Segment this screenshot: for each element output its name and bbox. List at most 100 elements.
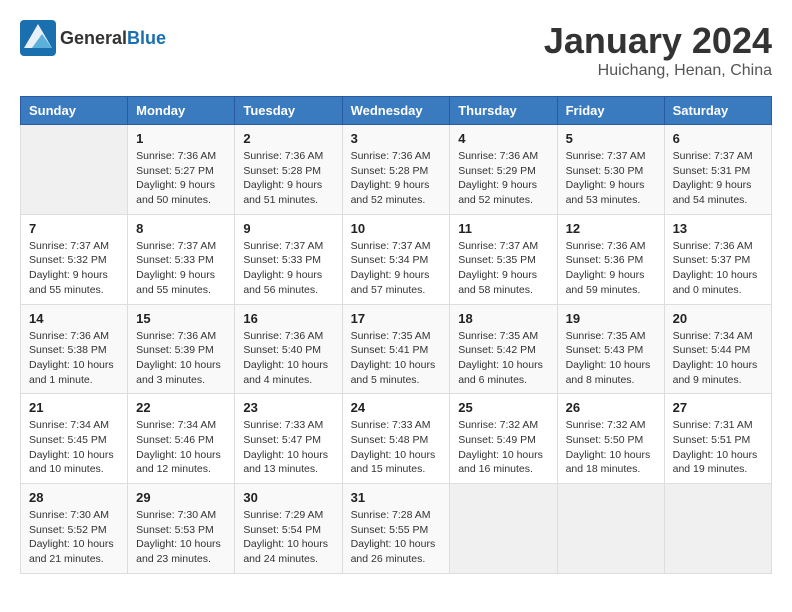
day-info: Sunrise: 7:35 AM Sunset: 5:43 PM Dayligh… [566,329,656,388]
day-info: Sunrise: 7:36 AM Sunset: 5:36 PM Dayligh… [566,239,656,298]
column-header-saturday: Saturday [664,97,771,125]
day-number: 23 [243,400,333,415]
day-info: Sunrise: 7:32 AM Sunset: 5:50 PM Dayligh… [566,418,656,477]
calendar-week-row: 21 Sunrise: 7:34 AM Sunset: 5:45 PM Dayli… [21,394,772,484]
day-number: 3 [351,131,442,146]
logo-icon [20,20,56,56]
calendar-cell: 3Sunrise: 7:36 AM Sunset: 5:28 PM Daylig… [342,125,450,215]
calendar-cell: 19 Sunrise: 7:35 AM Sunset: 5:43 PM Dayli… [557,304,664,394]
day-info: Sunrise: 7:36 AM Sunset: 5:27 PM Dayligh… [136,149,226,208]
calendar-cell: 18 Sunrise: 7:35 AM Sunset: 5:42 PM Dayli… [450,304,557,394]
calendar-cell: 26 Sunrise: 7:32 AM Sunset: 5:50 PM Dayli… [557,394,664,484]
day-number: 2 [243,131,333,146]
calendar-cell: 9 Sunrise: 7:37 AM Sunset: 5:33 PM Daylig… [235,214,342,304]
calendar-cell: 20 Sunrise: 7:34 AM Sunset: 5:44 PM Dayli… [664,304,771,394]
day-number: 11 [458,221,548,236]
day-info: Sunrise: 7:30 AM Sunset: 5:53 PM Dayligh… [136,508,226,567]
day-info: Sunrise: 7:30 AM Sunset: 5:52 PM Dayligh… [29,508,119,567]
column-header-tuesday: Tuesday [235,97,342,125]
day-info: Sunrise: 7:36 AM Sunset: 5:29 PM Dayligh… [458,149,548,208]
day-info: Sunrise: 7:33 AM Sunset: 5:47 PM Dayligh… [243,418,333,477]
calendar-week-row: 7 Sunrise: 7:37 AM Sunset: 5:32 PM Daylig… [21,214,772,304]
logo: General Blue [20,20,166,56]
calendar-week-row: 1 Sunrise: 7:36 AM Sunset: 5:27 PM Daylig… [21,125,772,215]
calendar-subtitle: Huichang, Henan, China [544,62,772,80]
day-number: 19 [566,311,656,326]
calendar-cell: 6 Sunrise: 7:37 AM Sunset: 5:31 PM Daylig… [664,125,771,215]
calendar-cell: 31Sunrise: 7:28 AM Sunset: 5:55 PM Dayli… [342,484,450,574]
day-info: Sunrise: 7:35 AM Sunset: 5:42 PM Dayligh… [458,329,548,388]
day-number: 6 [673,131,763,146]
day-info: Sunrise: 7:32 AM Sunset: 5:49 PM Dayligh… [458,418,548,477]
day-number: 5 [566,131,656,146]
day-info: Sunrise: 7:37 AM Sunset: 5:34 PM Dayligh… [351,239,442,298]
calendar-cell: 27Sunrise: 7:31 AM Sunset: 5:51 PM Dayli… [664,394,771,484]
day-info: Sunrise: 7:37 AM Sunset: 5:31 PM Dayligh… [673,149,763,208]
column-header-friday: Friday [557,97,664,125]
day-info: Sunrise: 7:37 AM Sunset: 5:35 PM Dayligh… [458,239,548,298]
calendar-cell: 10 Sunrise: 7:37 AM Sunset: 5:34 PM Dayli… [342,214,450,304]
calendar-cell: 28Sunrise: 7:30 AM Sunset: 5:52 PM Dayli… [21,484,128,574]
calendar-cell: 15 Sunrise: 7:36 AM Sunset: 5:39 PM Dayli… [128,304,235,394]
day-number: 15 [136,311,226,326]
calendar-cell: 25Sunrise: 7:32 AM Sunset: 5:49 PM Dayli… [450,394,557,484]
day-number: 1 [136,131,226,146]
day-number: 30 [243,490,333,505]
day-info: Sunrise: 7:35 AM Sunset: 5:41 PM Dayligh… [351,329,442,388]
page-header: General Blue January 2024 Huichang, Hena… [20,20,772,80]
day-info: Sunrise: 7:33 AM Sunset: 5:48 PM Dayligh… [351,418,442,477]
day-info: Sunrise: 7:36 AM Sunset: 5:38 PM Dayligh… [29,329,119,388]
column-header-thursday: Thursday [450,97,557,125]
day-info: Sunrise: 7:36 AM Sunset: 5:28 PM Dayligh… [243,149,333,208]
calendar-cell: 16 Sunrise: 7:36 AM Sunset: 5:40 PM Dayli… [235,304,342,394]
column-header-wednesday: Wednesday [342,97,450,125]
day-number: 16 [243,311,333,326]
day-number: 20 [673,311,763,326]
day-info: Sunrise: 7:37 AM Sunset: 5:30 PM Dayligh… [566,149,656,208]
calendar-cell: 11 Sunrise: 7:37 AM Sunset: 5:35 PM Dayli… [450,214,557,304]
calendar-cell: 1 Sunrise: 7:36 AM Sunset: 5:27 PM Daylig… [128,125,235,215]
day-info: Sunrise: 7:34 AM Sunset: 5:46 PM Dayligh… [136,418,226,477]
calendar-cell [21,125,128,215]
day-info: Sunrise: 7:29 AM Sunset: 5:54 PM Dayligh… [243,508,333,567]
calendar-table: SundayMondayTuesdayWednesdayThursdayFrid… [20,96,772,574]
day-info: Sunrise: 7:36 AM Sunset: 5:40 PM Dayligh… [243,329,333,388]
column-header-monday: Monday [128,97,235,125]
calendar-cell: 22Sunrise: 7:34 AM Sunset: 5:46 PM Dayli… [128,394,235,484]
day-info: Sunrise: 7:37 AM Sunset: 5:32 PM Dayligh… [29,239,119,298]
day-number: 24 [351,400,442,415]
day-number: 13 [673,221,763,236]
title-block: January 2024 Huichang, Henan, China [544,20,772,80]
day-number: 10 [351,221,442,236]
day-number: 21 [29,400,119,415]
calendar-cell: 7 Sunrise: 7:37 AM Sunset: 5:32 PM Daylig… [21,214,128,304]
calendar-cell [664,484,771,574]
calendar-cell: 4 Sunrise: 7:36 AM Sunset: 5:29 PM Daylig… [450,125,557,215]
day-number: 8 [136,221,226,236]
day-info: Sunrise: 7:34 AM Sunset: 5:45 PM Dayligh… [29,418,119,477]
day-number: 12 [566,221,656,236]
day-number: 17 [351,311,442,326]
day-number: 26 [566,400,656,415]
day-info: Sunrise: 7:34 AM Sunset: 5:44 PM Dayligh… [673,329,763,388]
day-number: 7 [29,221,119,236]
calendar-cell: 13Sunrise: 7:36 AM Sunset: 5:37 PM Dayli… [664,214,771,304]
day-info: Sunrise: 7:28 AM Sunset: 5:55 PM Dayligh… [351,508,442,567]
calendar-cell: 24 Sunrise: 7:33 AM Sunset: 5:48 PM Dayli… [342,394,450,484]
day-number: 29 [136,490,226,505]
column-header-sunday: Sunday [21,97,128,125]
day-number: 4 [458,131,548,146]
day-info: Sunrise: 7:36 AM Sunset: 5:39 PM Dayligh… [136,329,226,388]
day-number: 14 [29,311,119,326]
day-info: Sunrise: 7:37 AM Sunset: 5:33 PM Dayligh… [136,239,226,298]
day-info: Sunrise: 7:37 AM Sunset: 5:33 PM Dayligh… [243,239,333,298]
calendar-cell [450,484,557,574]
calendar-week-row: 14 Sunrise: 7:36 AM Sunset: 5:38 PM Dayli… [21,304,772,394]
calendar-cell: 30 Sunrise: 7:29 AM Sunset: 5:54 PM Dayli… [235,484,342,574]
calendar-cell: 8 Sunrise: 7:37 AM Sunset: 5:33 PM Daylig… [128,214,235,304]
calendar-week-row: 28Sunrise: 7:30 AM Sunset: 5:52 PM Dayli… [21,484,772,574]
day-number: 18 [458,311,548,326]
day-number: 27 [673,400,763,415]
logo-text-blue: Blue [127,28,166,49]
day-number: 9 [243,221,333,236]
